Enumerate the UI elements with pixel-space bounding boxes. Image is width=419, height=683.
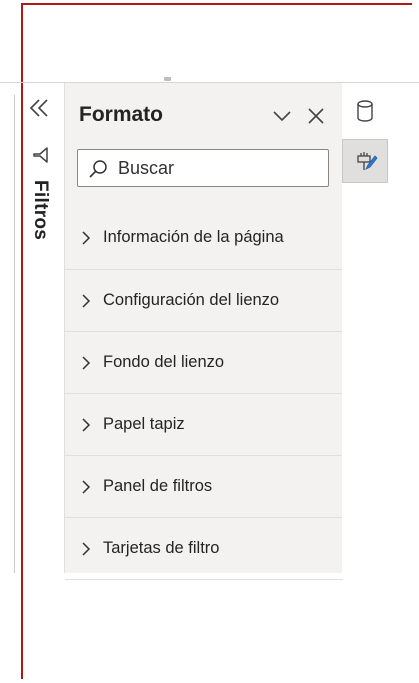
filter-icon <box>31 145 51 165</box>
format-paintbrush-icon <box>357 152 378 170</box>
close-pane-button[interactable] <box>305 105 327 127</box>
section-wallpaper[interactable]: Papel tapiz <box>65 394 343 456</box>
close-icon <box>308 108 324 124</box>
right-icon-rail <box>342 83 390 573</box>
topbar-handle <box>164 77 171 81</box>
section-label: Papel tapiz <box>103 415 185 433</box>
pane-title: Formato <box>79 103 163 126</box>
search-input[interactable] <box>118 154 323 182</box>
section-page-information[interactable]: Información de la página <box>65 207 343 270</box>
section-label: Tarjetas de filtro <box>103 539 220 557</box>
expand-filters-button[interactable] <box>27 96 51 120</box>
section-label: Fondo del lienzo <box>103 353 225 371</box>
section-label: Panel de filtros <box>103 477 213 495</box>
search-icon <box>89 160 107 178</box>
chevron-right-icon <box>82 356 91 370</box>
format-pane-button[interactable] <box>342 139 388 183</box>
section-label: Configuración del lienzo <box>103 291 280 309</box>
section-filter-pane[interactable]: Panel de filtros <box>65 456 343 518</box>
chevron-right-icon <box>82 542 91 556</box>
chevron-right-icon <box>82 294 91 308</box>
section-canvas-background[interactable]: Fondo del lienzo <box>65 332 343 394</box>
section-canvas-settings[interactable]: Configuración del lienzo <box>65 270 343 332</box>
data-cylinder-icon <box>357 100 373 122</box>
search-box <box>77 149 329 187</box>
chevron-right-icon <box>82 418 91 432</box>
section-filter-cards[interactable]: Tarjetas de filtro <box>65 518 343 580</box>
chevron-down-icon <box>273 111 291 122</box>
section-label: Información de la página <box>103 228 284 246</box>
collapse-pane-button[interactable] <box>271 105 293 127</box>
data-pane-button[interactable] <box>342 89 388 133</box>
canvas-edge-divider <box>14 95 15 573</box>
chevron-right-icon <box>82 480 91 494</box>
format-pane: Formato Información de la página C <box>64 83 343 580</box>
format-sections-list: Información de la página Configuración d… <box>65 207 343 580</box>
double-chevron-left-icon <box>29 99 48 117</box>
chevron-right-icon <box>82 231 91 245</box>
filters-vertical-label[interactable]: Filtros <box>30 180 51 260</box>
